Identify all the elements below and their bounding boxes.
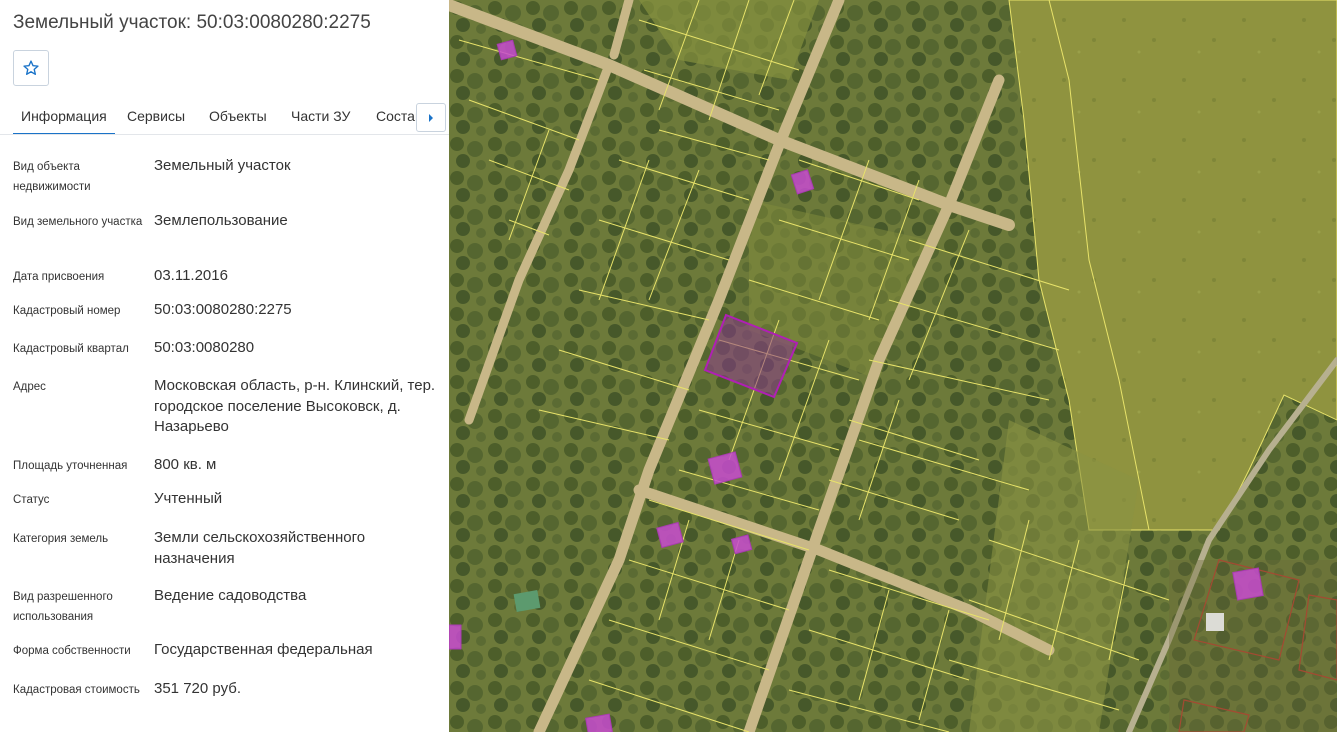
tab-bar: Информация Сервисы Объекты Части ЗУ Сост… (0, 100, 449, 135)
attribute-value: 03.11.2016 (154, 267, 228, 284)
attribute-label: Вид объекта недвижимости (13, 161, 91, 193)
building (1206, 613, 1224, 631)
attribute-label: Дата присвоения (13, 271, 105, 283)
attribute-value: 351 720 руб. (154, 680, 241, 697)
tab-objects[interactable]: Объекты (209, 108, 267, 124)
attribute-label: Вид земельного участка (13, 216, 143, 228)
attribute-label: Статус (13, 494, 50, 506)
caret-right-icon (429, 113, 433, 122)
attribute-label: Площадь уточненная (13, 460, 128, 472)
attribute-value: Ведение садоводства (154, 587, 307, 604)
tab-services[interactable]: Сервисы (127, 108, 185, 124)
attribute-value: 800 кв. м (154, 456, 217, 473)
satellite-map[interactable] (449, 0, 1337, 732)
attribute-label: Кадастровый номер (13, 305, 121, 317)
tabs-next-button[interactable] (416, 103, 446, 132)
attribute-value: Учтенный (154, 490, 223, 507)
attribute-label: Вид разрешенного использования (13, 591, 113, 623)
info-panel: Земельный участок: 50:03:0080280:2275 Ин… (0, 0, 449, 732)
attribute-value: Государственная федеральная (154, 641, 373, 658)
attribute-value: 50:03:0080280 (154, 339, 255, 356)
attribute-label: Категория земель (13, 533, 109, 545)
attribute-value: 50:03:0080280:2275 (154, 301, 292, 318)
star-outline-icon (23, 60, 39, 75)
attribute-label: Кадастровая стоимость (13, 684, 140, 696)
attribute-label: Форма собственности (13, 645, 131, 657)
map-canvas[interactable] (449, 0, 1337, 732)
tab-information[interactable]: Информация (13, 108, 115, 134)
attribute-label: Кадастровый квартал (13, 343, 129, 355)
attribute-value: Землепользование (154, 212, 288, 229)
attribute-value: Земельный участок (154, 157, 291, 174)
attribute-label: Адрес (13, 381, 46, 393)
attribute-value: Московская область, р-н. Клинский, тер. … (154, 377, 436, 435)
favorite-button[interactable] (13, 50, 49, 86)
attribute-value: Земли сельскохозяйственного назначения (154, 529, 366, 567)
panel-title: Земельный участок: 50:03:0080280:2275 (13, 12, 371, 33)
tab-parts[interactable]: Части ЗУ (291, 108, 350, 124)
